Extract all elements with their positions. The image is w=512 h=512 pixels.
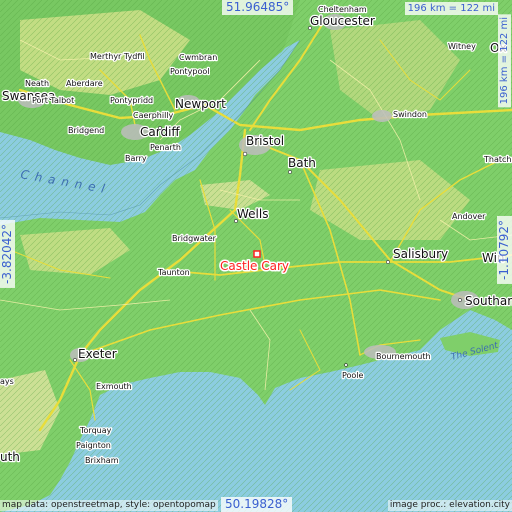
place-label-merthyr-tydfil: Merthyr Tydfil bbox=[90, 52, 145, 61]
place-label-taunton: Taunton bbox=[157, 268, 190, 277]
place-label-barry: Barry bbox=[125, 154, 147, 163]
place-label-cwmbran: Cwmbran bbox=[179, 53, 217, 62]
place-label-cheltenham: Cheltenham bbox=[318, 5, 367, 14]
place-label-neath: Neath bbox=[25, 79, 49, 88]
place-label-pontypool: Pontypool bbox=[170, 67, 209, 76]
marker-square[interactable] bbox=[253, 250, 261, 258]
place-label-paignton: Paignton bbox=[76, 441, 111, 450]
place-label-andover: Andover bbox=[452, 212, 486, 221]
place-label-bridgend: Bridgend bbox=[68, 126, 104, 135]
place-label-port-talbot: Port Talbot bbox=[32, 96, 74, 105]
coord-top: 51.96485° bbox=[222, 0, 294, 15]
place-label-bristol: Bristol bbox=[246, 134, 284, 148]
place-label-gloucester: Gloucester bbox=[310, 14, 375, 28]
marker-label: Castle Cary bbox=[220, 259, 289, 273]
topographic-map[interactable]: Channel The Solent Cheltenham Gloucester… bbox=[0, 0, 512, 512]
place-label-torquay: Torquay bbox=[79, 426, 112, 435]
place-label-bridgwater: Bridgwater bbox=[172, 234, 217, 243]
place-label-penarth: Penarth bbox=[150, 143, 181, 152]
coord-bottom: 50.19828° bbox=[221, 497, 293, 512]
place-label-exeter: Exeter bbox=[78, 347, 117, 361]
place-label-bath: Bath bbox=[288, 156, 316, 170]
place-label-caerphilly: Caerphilly bbox=[133, 111, 174, 120]
place-label-newport: Newport bbox=[175, 97, 226, 111]
place-label-southampton: Southampton bbox=[465, 294, 512, 308]
coord-right: -1.10792° bbox=[497, 216, 512, 284]
place-label-ays: ays bbox=[0, 377, 14, 386]
place-label-aberdare: Aberdare bbox=[66, 79, 103, 88]
place-label-uth: uth bbox=[0, 450, 20, 464]
attribution-map-data: map data: openstreetmap, style: opentopo… bbox=[0, 500, 218, 511]
place-label-wells: Wells bbox=[237, 207, 268, 221]
place-label-poole: Poole bbox=[342, 371, 364, 380]
place-label-bournemouth: Bournemouth bbox=[376, 352, 431, 361]
place-label-pontypridd: Pontypridd bbox=[110, 96, 153, 105]
place-label-brixham: Brixham bbox=[85, 456, 119, 465]
place-label-salisbury: Salisbury bbox=[393, 247, 448, 261]
place-label-thatcham: Thatcham bbox=[483, 155, 512, 164]
attribution-image-proc: image proc.: elevation.city bbox=[387, 500, 512, 511]
scale-horizontal: 196 km = 122 mi bbox=[404, 2, 498, 15]
coord-left: -3.82042° bbox=[0, 220, 15, 288]
place-label-witney: Witney bbox=[448, 42, 476, 51]
place-label-exmouth: Exmouth bbox=[96, 382, 132, 391]
scale-vertical: 196 km = 122 mi bbox=[498, 14, 511, 108]
place-label-swindon: Swindon bbox=[393, 110, 427, 119]
